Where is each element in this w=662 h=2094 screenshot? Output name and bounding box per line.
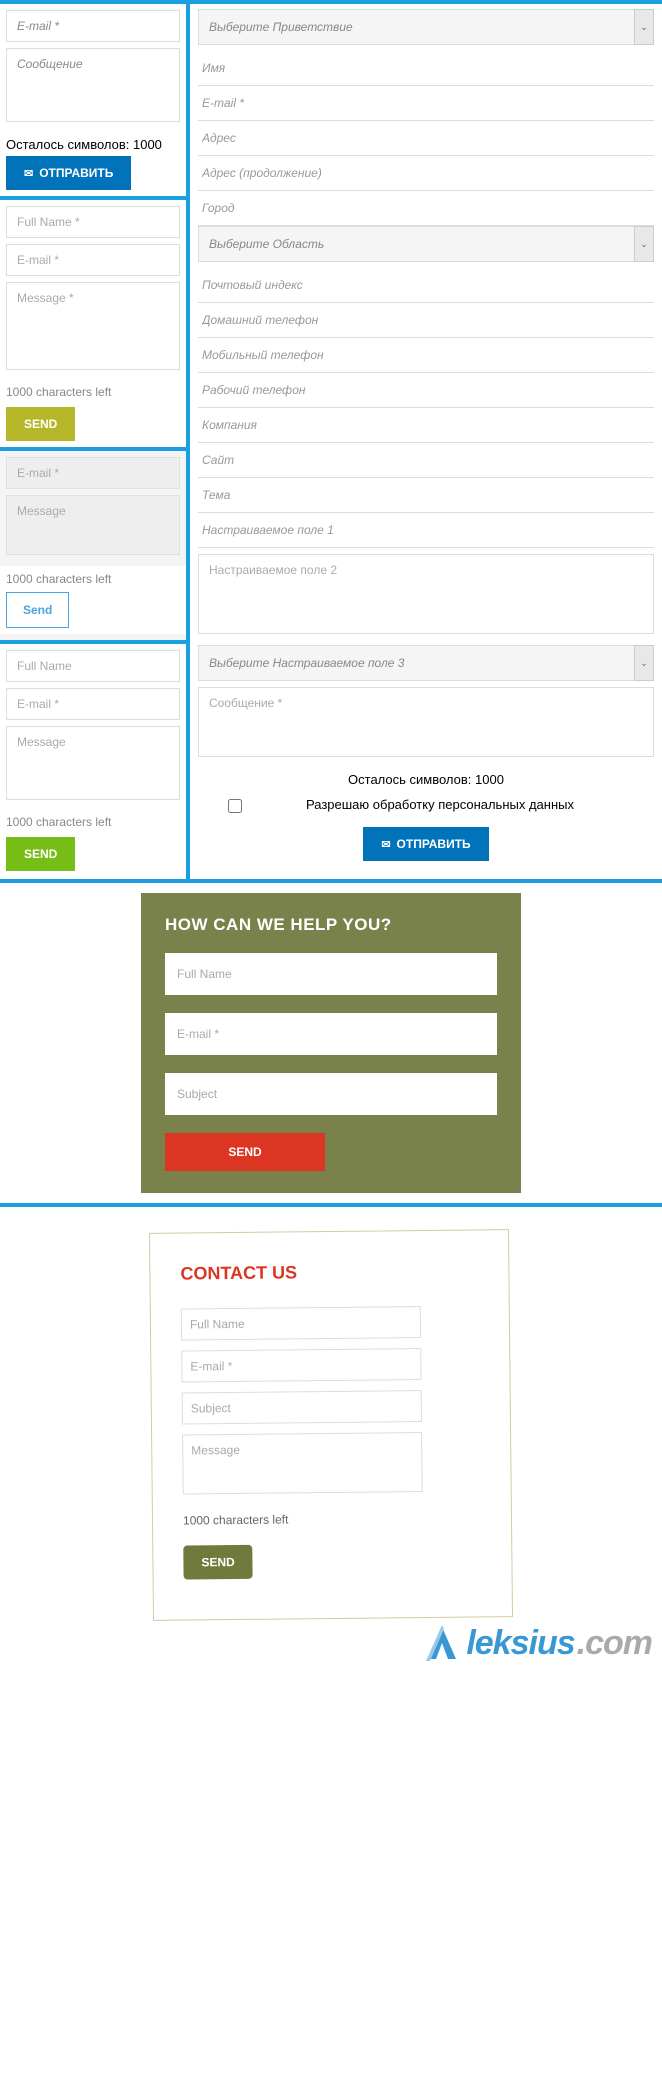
message-field[interactable] (6, 48, 180, 122)
send-button[interactable]: SEND (183, 1545, 253, 1580)
greeting-select[interactable]: Выберите Приветствие (198, 9, 654, 45)
send-button[interactable]: ✉ ОТПРАВИТЬ (6, 156, 131, 190)
form3: 1000 characters left Send (0, 447, 186, 640)
name-field[interactable] (198, 51, 654, 86)
logo-a-icon (420, 1623, 464, 1663)
site-field[interactable] (198, 443, 654, 478)
form1: Осталось символов: 1000 ✉ ОТПРАВИТЬ (0, 4, 186, 196)
message-field[interactable] (6, 726, 180, 800)
paper-form: CONTACT US 1000 characters left SEND (149, 1229, 513, 1621)
company-field[interactable] (198, 408, 654, 443)
olive-form: HOW CAN WE HELP YOU? SEND (141, 893, 521, 1193)
paper-section: CONTACT US 1000 characters left SEND (0, 1203, 662, 1623)
address2-field[interactable] (198, 156, 654, 191)
chars-left: 1000 characters left (6, 811, 180, 837)
name-field[interactable] (181, 1306, 421, 1341)
send-label: ОТПРАВИТЬ (39, 166, 113, 180)
logo-text-1: leksius (466, 1624, 574, 1663)
send-button[interactable]: SEND (6, 837, 75, 871)
send-button[interactable]: SEND (6, 407, 75, 441)
envelope-icon: ✉ (381, 839, 390, 851)
message-field[interactable] (198, 687, 654, 757)
subject-field[interactable] (165, 1073, 497, 1115)
message-field[interactable] (6, 495, 180, 555)
address-field[interactable] (198, 121, 654, 156)
message-field[interactable] (182, 1432, 423, 1495)
name-field[interactable] (165, 953, 497, 995)
send-label: ОТПРАВИТЬ (397, 837, 471, 851)
email-field[interactable] (6, 457, 180, 489)
big-form: Выберите Приветствие⌄ Выберите Область⌄ … (190, 4, 662, 879)
chars-left: Осталось символов: 1000 (6, 133, 180, 156)
work-phone-field[interactable] (198, 373, 654, 408)
email-field[interactable] (165, 1013, 497, 1055)
custom2-field[interactable] (198, 554, 654, 634)
chars-left: 1000 characters left (6, 381, 180, 407)
left-column: Осталось символов: 1000 ✉ ОТПРАВИТЬ 1000 … (0, 4, 190, 879)
consent-label: Разрешаю обработку персональных данных (256, 797, 624, 812)
olive-title: HOW CAN WE HELP YOU? (165, 915, 497, 935)
olive-section: HOW CAN WE HELP YOU? SEND (0, 879, 662, 1203)
name-field[interactable] (6, 650, 180, 682)
chars-left: 1000 characters left (183, 1506, 481, 1535)
custom1-field[interactable] (198, 513, 654, 548)
envelope-icon: ✉ (24, 168, 33, 180)
email-field[interactable] (6, 688, 180, 720)
paper-title: CONTACT US (180, 1260, 478, 1284)
logo: leksius.com (420, 1623, 652, 1663)
message-field[interactable] (6, 282, 180, 370)
custom3-select[interactable]: Выберите Настраиваемое поле 3 (198, 645, 654, 681)
consent-checkbox[interactable] (228, 799, 242, 813)
subject-field[interactable] (182, 1390, 422, 1425)
chars-left: 1000 characters left (0, 566, 186, 592)
mobile-phone-field[interactable] (198, 338, 654, 373)
city-field[interactable] (198, 191, 654, 226)
send-button[interactable]: SEND (165, 1133, 325, 1171)
email-field[interactable] (6, 244, 180, 276)
region-select[interactable]: Выберите Область (198, 226, 654, 262)
chars-left: Осталось символов: 1000 (198, 768, 654, 791)
email-field[interactable] (198, 86, 654, 121)
email-field[interactable] (181, 1348, 421, 1383)
zip-field[interactable] (198, 268, 654, 303)
form4: 1000 characters left SEND (0, 640, 186, 877)
home-phone-field[interactable] (198, 303, 654, 338)
send-button[interactable]: ✉ ОТПРАВИТЬ (363, 827, 488, 861)
logo-wrap: leksius.com (0, 1623, 662, 1669)
email-field[interactable] (6, 10, 180, 42)
main-row: Осталось символов: 1000 ✉ ОТПРАВИТЬ 1000 … (0, 0, 662, 879)
logo-text-2: .com (577, 1624, 652, 1663)
topic-field[interactable] (198, 478, 654, 513)
form2: 1000 characters left SEND (0, 196, 186, 447)
name-field[interactable] (6, 206, 180, 238)
send-button[interactable]: Send (6, 592, 69, 628)
